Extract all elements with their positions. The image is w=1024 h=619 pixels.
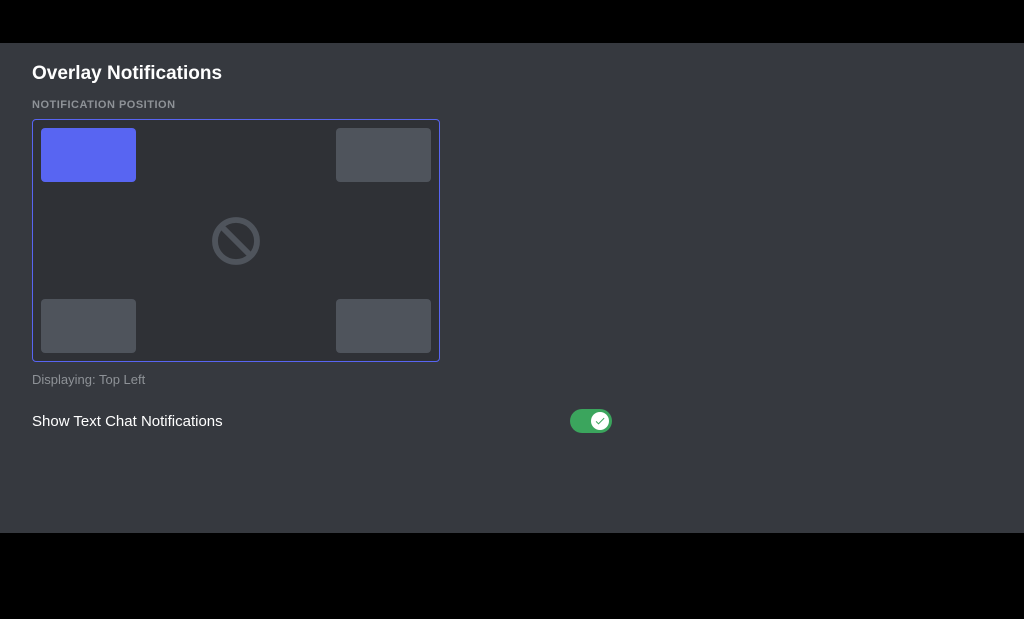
- position-top-left[interactable]: [41, 128, 136, 182]
- text-chat-toggle[interactable]: [570, 409, 612, 433]
- position-top-right[interactable]: [336, 128, 431, 182]
- check-icon: [594, 415, 606, 427]
- position-bottom-right[interactable]: [336, 299, 431, 353]
- settings-panel: Overlay Notifications NOTIFICATION POSIT…: [0, 43, 1024, 533]
- section-title: Overlay Notifications: [32, 63, 992, 85]
- displaying-status: Displaying: Top Left: [32, 372, 992, 387]
- disable-icon[interactable]: [208, 213, 264, 269]
- text-chat-toggle-label: Show Text Chat Notifications: [32, 413, 223, 430]
- toggle-thumb: [591, 412, 609, 430]
- notification-position-picker: [32, 119, 440, 362]
- position-bottom-left[interactable]: [41, 299, 136, 353]
- text-chat-toggle-row: Show Text Chat Notifications: [32, 409, 612, 433]
- notification-position-label: NOTIFICATION POSITION: [32, 99, 992, 111]
